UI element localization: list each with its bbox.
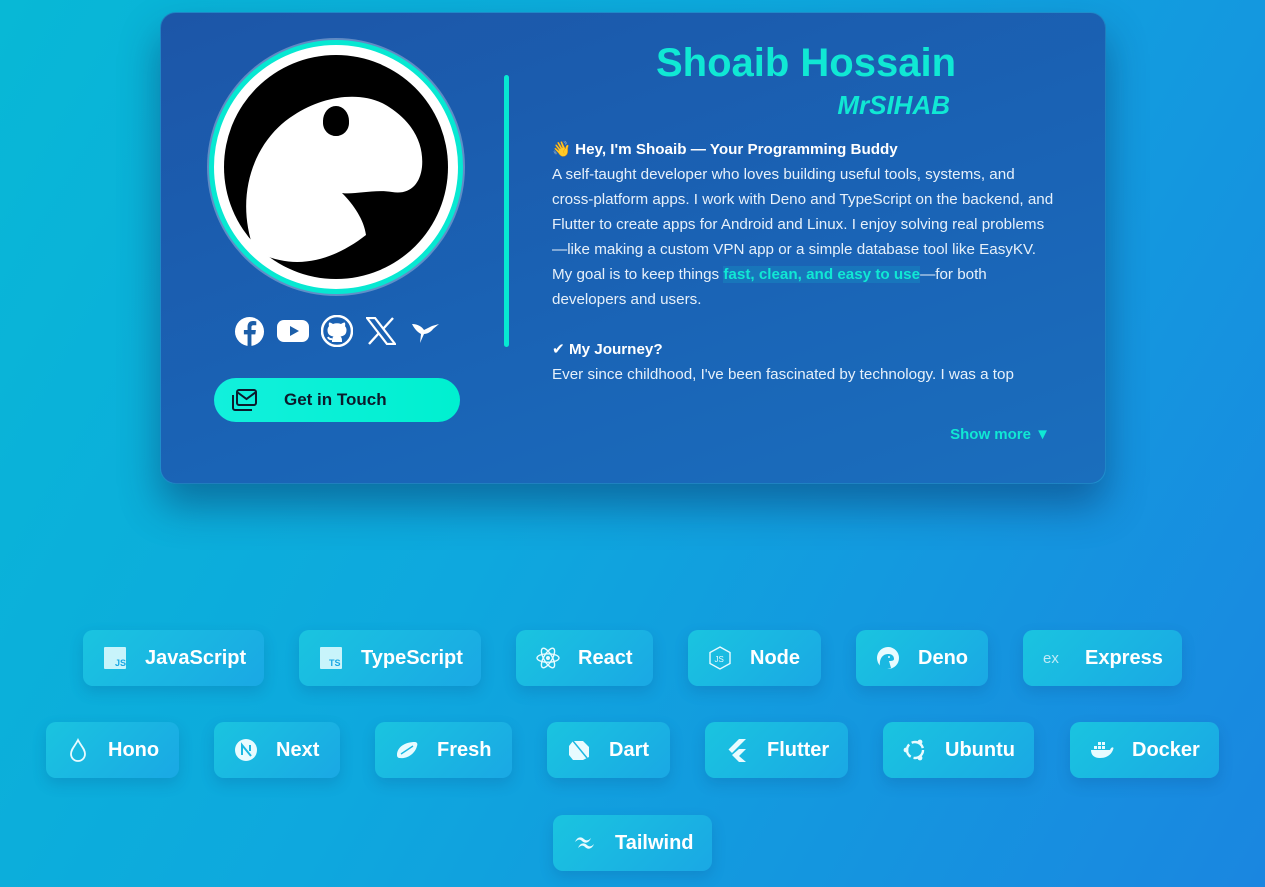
tech-chip-dart[interactable]: Dart	[547, 722, 670, 778]
tech-label: Deno	[918, 647, 968, 669]
tech-label: Node	[750, 647, 800, 669]
tech-chip-typescript[interactable]: TS TypeScript	[299, 630, 481, 686]
tailwind-icon	[575, 837, 594, 849]
tech-chip-ubuntu[interactable]: Ubuntu	[883, 722, 1034, 778]
x-icon[interactable]	[365, 315, 397, 347]
youtube-icon[interactable]	[277, 315, 309, 347]
deno-icon	[877, 647, 899, 670]
tech-label: Hono	[108, 739, 160, 761]
github-icon[interactable]	[321, 315, 353, 347]
docker-icon	[1091, 742, 1114, 758]
tech-chip-docker[interactable]: Docker	[1070, 722, 1219, 778]
intro-text: A self-taught developer who loves buildi…	[552, 166, 1054, 258]
tech-chip-react[interactable]: React	[516, 630, 653, 686]
next-icon	[235, 739, 257, 761]
tech-label: Express	[1085, 647, 1163, 669]
react-icon	[536, 647, 560, 669]
journey-heading: ✔ My Journey?	[552, 341, 663, 358]
tech-chip-fresh[interactable]: Fresh	[375, 722, 512, 778]
get-in-touch-button[interactable]: Get in Touch	[214, 378, 460, 422]
hono-icon	[70, 738, 86, 762]
typescript-icon: TS	[320, 647, 342, 669]
intro-heading: 👋 Hey, I'm Shoaib — Your Programming Bud…	[552, 141, 898, 158]
node-icon: JS	[709, 646, 731, 670]
get-in-touch-label: Get in Touch	[284, 390, 387, 409]
profile-handle: MrSIHAB	[837, 90, 950, 120]
fresh-icon	[397, 742, 418, 759]
tech-label: Docker	[1132, 739, 1200, 761]
tech-chip-deno[interactable]: Deno	[856, 630, 988, 686]
express-icon: ex	[1043, 650, 1059, 667]
tech-label: JavaScript	[145, 647, 247, 669]
svg-text:JS: JS	[715, 655, 724, 664]
svg-text:TS: TS	[329, 658, 341, 668]
svg-text:ex: ex	[1043, 650, 1059, 667]
vertical-divider	[504, 75, 509, 347]
svg-text:JS: JS	[115, 658, 126, 668]
tech-chip-flutter[interactable]: Flutter	[705, 722, 848, 778]
tech-chip-javascript[interactable]: JS JavaScript	[83, 630, 264, 686]
tech-chip-hono[interactable]: Hono	[46, 722, 179, 778]
javascript-icon: JS	[104, 647, 126, 669]
tech-chip-tailwind[interactable]: Tailwind	[553, 815, 712, 871]
tech-label: Flutter	[767, 739, 830, 761]
goal-highlight: fast, clean, and easy to use	[723, 266, 921, 283]
journey-text: Ever since childhood, I've been fascinat…	[552, 366, 1014, 383]
social-links	[233, 315, 441, 347]
profile-card: Get in Touch Shoaib Hossain MrSIHAB 👋 He…	[160, 12, 1106, 484]
dart-icon	[569, 740, 589, 760]
tech-label: Tailwind	[615, 832, 694, 854]
tech-label: React	[578, 647, 633, 669]
tech-label: Next	[276, 739, 320, 761]
hummingbird-icon[interactable]	[409, 315, 441, 347]
tech-label: Dart	[609, 739, 650, 761]
tech-chip-node[interactable]: JS Node	[688, 630, 821, 686]
tech-chip-next[interactable]: Next	[214, 722, 340, 778]
tech-label: Ubuntu	[945, 739, 1015, 761]
tech-label: Fresh	[437, 739, 492, 761]
flutter-icon	[728, 739, 746, 762]
dino-logo-icon	[224, 55, 448, 279]
tech-chip-express[interactable]: ex Express	[1023, 630, 1182, 686]
profile-name: Shoaib Hossain	[655, 41, 957, 85]
goal-text: My goal is to keep things fast, clean, a…	[552, 266, 987, 308]
ubuntu-icon	[903, 739, 925, 761]
facebook-icon[interactable]	[233, 315, 265, 347]
mail-stack-icon	[232, 389, 257, 411]
bio-text: 👋 Hey, I'm Shoaib — Your Programming Bud…	[552, 137, 1057, 387]
tech-label: TypeScript	[361, 647, 463, 669]
show-more-link[interactable]: Show more ▼	[950, 426, 1050, 443]
avatar	[209, 40, 463, 294]
